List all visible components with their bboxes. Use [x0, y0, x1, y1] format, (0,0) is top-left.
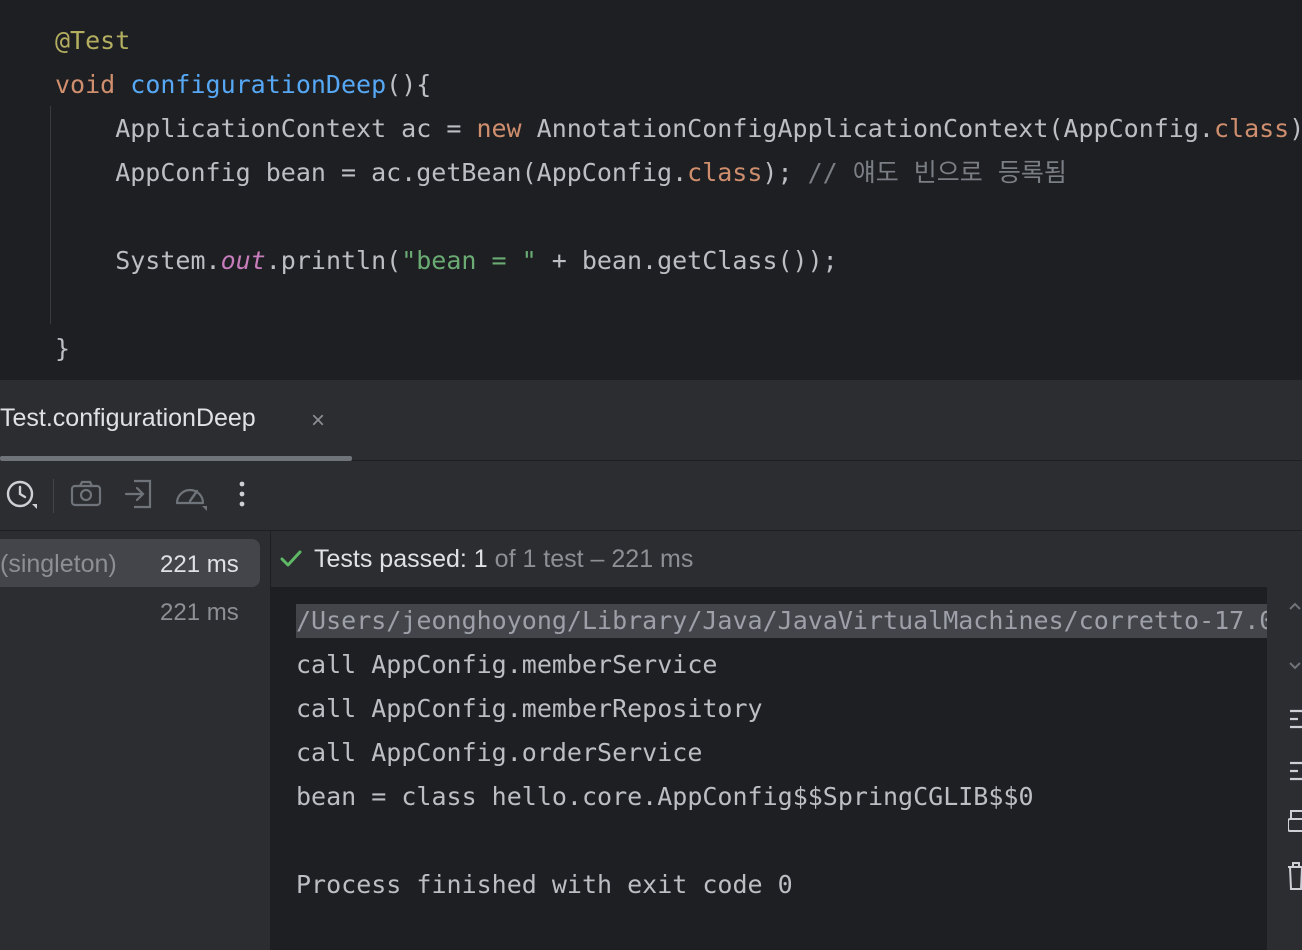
test-class-duration: 221 ms	[160, 551, 239, 578]
console-command-line[interactable]: /Users/jeonghoyong/Library/Java/JavaVirt…	[296, 604, 1267, 638]
run-toolbar	[0, 461, 1302, 531]
console-output-line: bean = class hello.core.AppConfig$$Sprin…	[296, 782, 1034, 811]
up-icon[interactable]	[1288, 599, 1302, 613]
toolbar-separator	[53, 479, 54, 513]
code-token: + bean.getClass());	[536, 246, 838, 275]
tests-passed-status: Tests passed: 1 of 1 test – 221 ms	[314, 545, 693, 574]
code-editor[interactable]: @Test void configurationDeep(){ Applicati…	[0, 0, 1302, 380]
code-token: class	[687, 158, 763, 187]
code-line[interactable]: void configurationDeep(){	[55, 69, 431, 101]
code-line[interactable]: AppConfig bean = ac.getBean(AppConfig.cl…	[55, 157, 1067, 189]
code-token: );	[762, 158, 808, 187]
code-token: out	[220, 246, 266, 275]
camera-icon[interactable]	[69, 477, 103, 511]
scroll-icon[interactable]	[1288, 759, 1302, 783]
code-line[interactable]: }	[55, 333, 70, 365]
code-token: void	[55, 70, 131, 99]
console-output-line: call AppConfig.memberRepository	[296, 694, 763, 723]
code-token: }	[55, 334, 71, 363]
code-token: AnnotationConfigApplicationContext(AppCo…	[536, 114, 1214, 143]
test-tree: (singleton) 221 ms 221 ms	[0, 531, 271, 950]
test-class-name[interactable]: (singleton)	[0, 550, 117, 579]
code-token: .println(	[265, 246, 402, 275]
console-output-line: call AppConfig.orderService	[296, 738, 703, 767]
test-status-bar: Tests passed: 1 of 1 test – 221 ms	[271, 531, 1302, 587]
print-icon[interactable]	[1288, 809, 1302, 837]
speedometer-icon[interactable]	[173, 477, 207, 511]
code-token: AppConfig bean = ac.getBean(AppConfig.	[55, 158, 688, 187]
test-method-duration: 221 ms	[160, 599, 239, 626]
code-token: (){	[386, 70, 432, 99]
code-token: ApplicationContext ac =	[55, 114, 477, 143]
code-token: "bean = "	[401, 246, 537, 275]
code-token: );	[1289, 114, 1302, 143]
code-line[interactable]: System.out.println("bean = " + bean.getC…	[55, 245, 838, 277]
trash-icon[interactable]	[1288, 861, 1302, 891]
down-icon[interactable]	[1288, 659, 1302, 673]
close-icon[interactable]: ×	[311, 407, 325, 435]
more-vertical-icon[interactable]	[225, 477, 259, 511]
wrap-icon[interactable]	[1288, 707, 1302, 731]
console-exit-line: Process finished with exit code 0	[296, 870, 793, 899]
console-panel: Tests passed: 1 of 1 test – 221 ms /User…	[271, 531, 1302, 950]
history-icon[interactable]	[4, 477, 38, 511]
console-side-toolbar	[1268, 587, 1302, 950]
check-icon	[280, 550, 302, 567]
code-line[interactable]: @Test	[55, 25, 130, 57]
code-token: class	[1213, 114, 1290, 143]
code-token: new	[476, 114, 537, 143]
run-tab-title[interactable]: Test.configurationDeep	[0, 404, 256, 433]
indent-guide	[50, 106, 51, 324]
import-icon[interactable]	[122, 477, 156, 511]
code-token: System.	[55, 246, 221, 275]
code-line[interactable]: ApplicationContext ac = new AnnotationCo…	[55, 113, 1302, 145]
tests-passed-label: Tests passed: 1	[314, 545, 488, 573]
console-output-line: call AppConfig.memberService	[296, 650, 718, 679]
tab-bar: Test.configurationDeep ×	[0, 380, 1302, 461]
code-token: @Test	[55, 26, 131, 55]
code-token: configurationDeep	[130, 70, 387, 99]
code-token: // 얘도 빈으로 등록됨	[807, 158, 1067, 187]
run-tool-window: Test.configurationDeep × (singleton) 221…	[0, 380, 1302, 950]
tests-passed-detail: of 1 test – 221 ms	[487, 545, 694, 573]
